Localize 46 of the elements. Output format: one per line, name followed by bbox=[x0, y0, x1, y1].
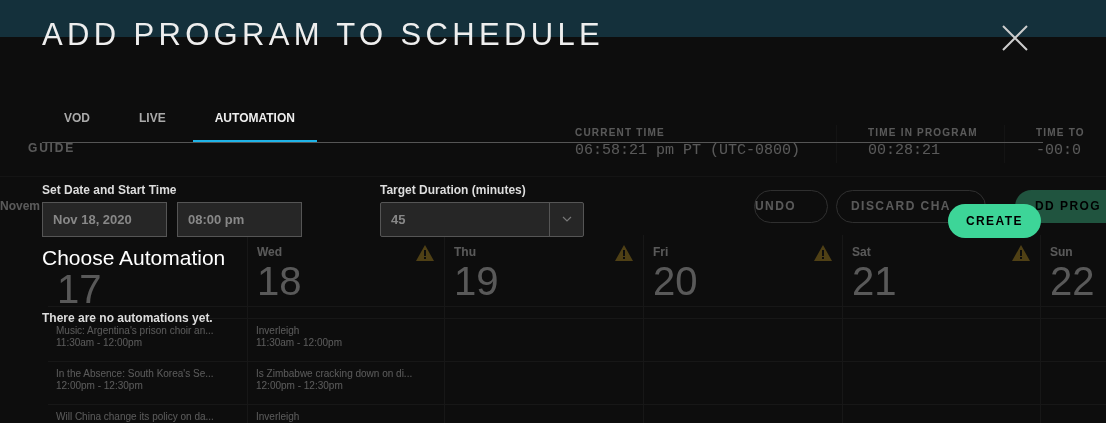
weekday-label: Fri bbox=[653, 245, 669, 259]
dialog-title: ADD PROGRAM TO SCHEDULE bbox=[42, 16, 605, 54]
stat-label: TIME IN PROGRAM bbox=[868, 126, 978, 140]
warning-icon bbox=[1012, 245, 1030, 261]
stat-value: 00:28:21 bbox=[868, 141, 941, 161]
chevron-down-icon bbox=[561, 216, 572, 222]
event-time: 12:00pm - 12:30pm bbox=[56, 380, 143, 392]
stat-label: TIME TO bbox=[1036, 126, 1085, 140]
date-field[interactable]: Nov 18, 2020 bbox=[42, 201, 167, 237]
weekday-label: Sun bbox=[1050, 245, 1073, 259]
day-number: 18 bbox=[257, 259, 302, 303]
tab[interactable]: LIVE bbox=[117, 105, 188, 142]
field-label: Set Date and Start Time bbox=[42, 181, 178, 199]
event-title: Is Zimbabwe cracking down on di... bbox=[256, 368, 413, 380]
event-time: 11:30am - 12:00pm bbox=[56, 337, 142, 349]
event-title: Inverleigh bbox=[256, 411, 300, 423]
warning-icon bbox=[814, 245, 832, 261]
month-label: Novem bbox=[0, 198, 40, 215]
weekday-label: Thu bbox=[454, 245, 476, 259]
tab[interactable]: VOD bbox=[42, 105, 112, 142]
stat-value: 06:58:21 pm PT (UTC-0800) bbox=[575, 141, 801, 161]
section-title: Choose Automation bbox=[42, 246, 226, 269]
day-number: 17 bbox=[57, 267, 102, 311]
stat-label: CURRENT TIME bbox=[575, 126, 665, 140]
day-number: 22 bbox=[1050, 259, 1095, 303]
weekday-label: Sat bbox=[852, 245, 871, 259]
day-number: 20 bbox=[653, 259, 698, 303]
day-number: 19 bbox=[454, 259, 499, 303]
warning-icon bbox=[416, 245, 434, 261]
day-number: 21 bbox=[852, 259, 897, 303]
empty-message: There are no automations yet. bbox=[42, 309, 213, 326]
event-title: Music: Argentina's prison choir an... bbox=[56, 325, 214, 337]
time-field[interactable]: 08:00 pm bbox=[177, 201, 302, 237]
warning-icon bbox=[615, 245, 633, 261]
tab[interactable]: AUTOMATION bbox=[192, 105, 317, 142]
weekday-label: Wed bbox=[257, 245, 283, 259]
event-title: Will China change its policy on da... bbox=[56, 411, 214, 423]
event-time: 12:00pm - 12:30pm bbox=[256, 380, 343, 392]
close-button[interactable] bbox=[1002, 25, 1028, 52]
event-title: Inverleigh bbox=[256, 325, 300, 337]
field-label: Target Duration (minutes) bbox=[380, 181, 527, 199]
section-label: GUIDE bbox=[28, 140, 75, 157]
stat-value: -00:0 bbox=[1036, 141, 1082, 161]
duration-select[interactable]: 45 bbox=[380, 201, 584, 237]
event-time: 11:30am - 12:00pm bbox=[256, 337, 342, 349]
event-title: In the Absence: South Korea's Se... bbox=[56, 368, 214, 380]
